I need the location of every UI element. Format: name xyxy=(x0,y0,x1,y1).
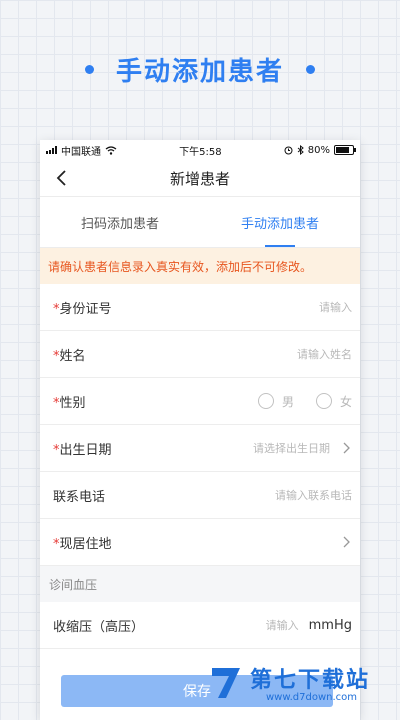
gender-male-label[interactable]: 男 xyxy=(282,393,294,410)
nav-bar: 新增患者 xyxy=(40,160,360,197)
systolic-unit: mmHg xyxy=(308,617,352,633)
status-time: 下午5:58 xyxy=(179,146,222,158)
watermark-logo-icon xyxy=(212,668,240,698)
systolic-input[interactable]: 请输入 xyxy=(266,617,299,633)
decor-dot-right xyxy=(306,64,315,74)
name-input[interactable]: 请输入姓名 xyxy=(297,346,352,362)
id-number-label: 身份证号 xyxy=(59,301,112,317)
address-label: 现居住地 xyxy=(59,536,112,552)
decor-dot-left xyxy=(84,64,94,74)
promo-header: 手动添加患者 xyxy=(0,44,400,94)
signal-icon xyxy=(46,146,57,154)
status-bar: 中国联通 下午5:58 80% xyxy=(40,140,360,160)
watermark-url: www.d7down.com xyxy=(266,692,358,703)
tab-scan-add[interactable]: 扫码添加患者 xyxy=(40,197,200,247)
back-arrow-icon[interactable] xyxy=(52,168,72,188)
phone-input[interactable]: 请输入联系电话 xyxy=(275,487,352,503)
carrier-name: 中国联通 xyxy=(61,146,101,158)
gender-row: *性别 男 女 xyxy=(40,378,360,425)
site-watermark: 第七下载站 www.d7down.com xyxy=(206,660,398,708)
watermark-title: 第七下载站 xyxy=(250,668,371,693)
warning-banner: 请确认患者信息录入真实有效，添加后不可修改。 xyxy=(40,248,360,284)
battery-icon xyxy=(333,145,356,155)
chevron-right-icon xyxy=(343,536,350,548)
address-row[interactable]: *现居住地 xyxy=(40,519,360,566)
section-header-bp: 诊间血压 xyxy=(40,566,360,602)
name-row[interactable]: *姓名 请输入姓名 xyxy=(40,331,360,378)
page-title: 新增患者 xyxy=(169,169,230,188)
systolic-row[interactable]: 收缩压（高压） 请输入 mmHg xyxy=(40,602,360,649)
battery-percent: 80% xyxy=(307,144,330,156)
gender-label: 性别 xyxy=(59,395,86,411)
promo-title: 手动添加患者 xyxy=(115,56,284,87)
alarm-icon xyxy=(284,146,293,154)
wifi-icon xyxy=(105,145,117,155)
phone-label: 联系电话 xyxy=(53,489,106,505)
name-label: 姓名 xyxy=(59,348,86,364)
birthdate-label: 出生日期 xyxy=(59,442,112,458)
phone-screen: 中国联通 下午5:58 80% 新增患者 扫码添加患者 手动添加患者 请确认患者… xyxy=(40,140,360,720)
id-number-input[interactable]: 请输入 xyxy=(319,299,352,315)
bluetooth-icon xyxy=(297,145,304,155)
battery-level xyxy=(335,147,349,153)
chevron-right-icon xyxy=(343,442,350,454)
systolic-label: 收缩压（高压） xyxy=(53,619,145,635)
id-number-row[interactable]: *身份证号 请输入 xyxy=(40,284,360,331)
birthdate-picker[interactable]: 请选择出生日期 xyxy=(253,440,330,456)
gender-female-label[interactable]: 女 xyxy=(340,393,352,410)
tab-bar: 扫码添加患者 手动添加患者 xyxy=(40,197,360,248)
birthdate-row[interactable]: *出生日期 请选择出生日期 xyxy=(40,425,360,472)
tab-manual-add[interactable]: 手动添加患者 xyxy=(200,197,360,247)
phone-row[interactable]: 联系电话 请输入联系电话 xyxy=(40,472,360,519)
gender-male-radio[interactable] xyxy=(257,393,274,409)
gender-female-radio[interactable] xyxy=(315,393,332,409)
